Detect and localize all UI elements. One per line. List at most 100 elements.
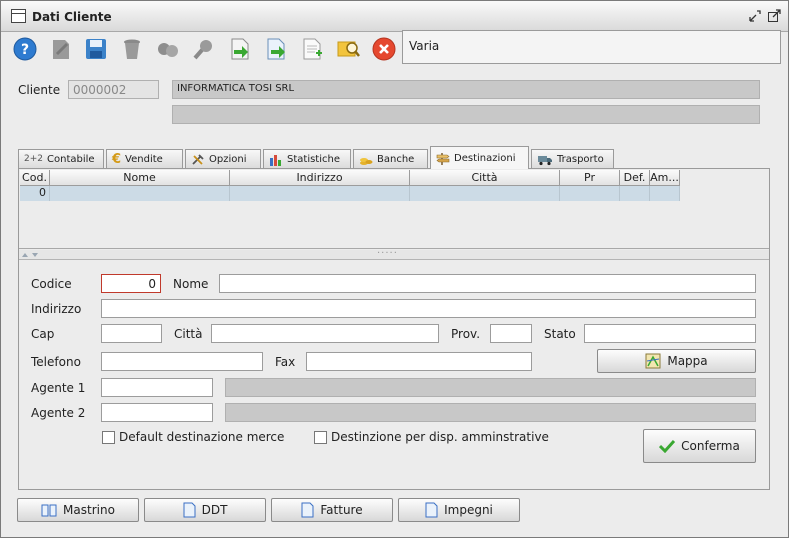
tab-destinazioni-label: Destinazioni — [454, 152, 516, 164]
document-icon — [301, 502, 314, 518]
table-cell[interactable] — [560, 186, 620, 201]
table-cell[interactable] — [650, 186, 680, 201]
codice-label: Codice — [31, 277, 72, 291]
citta-field[interactable] — [211, 324, 439, 343]
minimize-icon[interactable] — [747, 8, 763, 24]
split-grip-icon[interactable]: ..... — [377, 245, 398, 256]
agente2-description — [225, 403, 756, 422]
agente1-field[interactable] — [101, 378, 213, 397]
table-cell[interactable] — [50, 186, 230, 201]
maximize-icon[interactable] — [766, 8, 782, 24]
save-icon — [86, 39, 106, 59]
tab-trasporto[interactable]: Trasporto — [531, 149, 614, 168]
window-title: Dati Cliente — [32, 10, 112, 24]
table-cell[interactable] — [620, 186, 650, 201]
contabile-icon: 2+2 — [24, 154, 43, 164]
citta-label: Città — [174, 327, 203, 341]
svg-text:?: ? — [21, 42, 29, 58]
book-icon — [41, 504, 57, 517]
user-search-icon — [337, 41, 360, 57]
tab-destinazioni[interactable]: Destinazioni — [430, 146, 529, 169]
tab-opzioni[interactable]: Opzioni — [185, 149, 261, 168]
tab-contabile[interactable]: 2+2 Contabile — [18, 149, 104, 168]
cliente-name-field: INFORMATICA TOSI SRL — [172, 80, 760, 99]
disp-amm-checkbox[interactable] — [314, 431, 327, 444]
help-button[interactable]: ? — [12, 36, 38, 62]
codice-field[interactable]: 0 — [101, 274, 161, 293]
document-icon — [183, 502, 196, 518]
ddt-button[interactable]: DDT — [144, 498, 266, 522]
user-search-button[interactable] — [335, 36, 361, 62]
nome-label: Nome — [173, 277, 209, 291]
window-icon — [11, 9, 26, 23]
export-button[interactable] — [227, 36, 253, 62]
tab-statistiche-label: Statistiche — [287, 153, 340, 165]
checkmark-icon — [659, 439, 676, 453]
ddt-button-label: DDT — [201, 503, 228, 517]
split-pane-divider[interactable]: ..... — [19, 245, 769, 260]
column-header[interactable]: Pr — [560, 170, 620, 186]
tab-statistiche[interactable]: Statistiche — [263, 149, 351, 168]
table-cell[interactable] — [410, 186, 560, 201]
new-document-button[interactable] — [299, 36, 325, 62]
tab-vendite[interactable]: € Vendite — [106, 149, 183, 168]
indirizzo-field[interactable] — [101, 299, 756, 318]
close-icon — [372, 37, 396, 61]
save-button[interactable] — [83, 36, 109, 62]
coins-icon — [360, 157, 373, 165]
conferma-button-label: Conferma — [681, 439, 740, 453]
mappa-button[interactable]: Mappa — [597, 349, 756, 373]
agente1-label: Agente 1 — [31, 381, 86, 395]
mastrino-button[interactable]: Mastrino — [17, 498, 139, 522]
signpost-icon — [436, 152, 450, 165]
title-bar: Dati Cliente — [1, 1, 788, 32]
table-cell[interactable]: 0 — [20, 186, 50, 201]
tab-trasporto-label: Trasporto — [557, 153, 604, 165]
column-header[interactable]: Nome — [50, 170, 230, 186]
impegni-button-label: Impegni — [444, 503, 493, 517]
stato-label: Stato — [544, 327, 576, 341]
tools-icon — [192, 153, 204, 165]
fax-label: Fax — [275, 355, 296, 369]
telefono-field[interactable] — [101, 352, 263, 371]
edit-button[interactable] — [48, 36, 74, 62]
fax-field[interactable] — [306, 352, 532, 371]
import-button[interactable] — [263, 36, 289, 62]
tab-banche-label: Banche — [377, 153, 415, 165]
cap-field[interactable] — [101, 324, 162, 343]
column-header[interactable]: Cod. — [20, 170, 50, 186]
default-merce-checkbox[interactable] — [102, 431, 115, 444]
column-header[interactable]: Città — [410, 170, 560, 186]
info-field: Varia — [402, 30, 781, 64]
default-merce-label: Default destinazione merce — [119, 430, 285, 444]
new-document-icon — [303, 38, 322, 60]
indirizzo-label: Indirizzo — [31, 302, 82, 316]
agente2-field[interactable] — [101, 403, 213, 422]
fatture-button[interactable]: Fatture — [271, 498, 393, 522]
collapse-arrows-icon[interactable] — [21, 251, 43, 259]
cliente-code-field[interactable]: 0000002 — [68, 80, 159, 99]
telefono-label: Telefono — [31, 355, 81, 369]
cap-label: Cap — [31, 327, 55, 341]
link-icon — [158, 43, 178, 57]
column-header[interactable]: Indirizzo — [230, 170, 410, 186]
prov-field[interactable] — [490, 324, 532, 343]
cliente-extra-field — [172, 105, 760, 124]
search-button[interactable] — [191, 36, 217, 62]
conferma-button[interactable]: Conferma — [643, 429, 756, 463]
chart-icon — [270, 154, 281, 166]
mastrino-button-label: Mastrino — [63, 503, 115, 517]
tab-contabile-label: Contabile — [47, 153, 95, 165]
nome-field[interactable] — [219, 274, 756, 293]
prov-label: Prov. — [451, 327, 481, 341]
document-icon — [425, 502, 438, 518]
column-header[interactable]: Def. — [620, 170, 650, 186]
close-button[interactable] — [371, 36, 397, 62]
impegni-button[interactable]: Impegni — [398, 498, 520, 522]
link-button[interactable] — [155, 36, 181, 62]
column-header[interactable]: Am... — [650, 170, 680, 186]
tab-banche[interactable]: Banche — [353, 149, 428, 168]
delete-button[interactable] — [119, 36, 145, 62]
stato-field[interactable] — [584, 324, 756, 343]
table-cell[interactable] — [230, 186, 410, 201]
